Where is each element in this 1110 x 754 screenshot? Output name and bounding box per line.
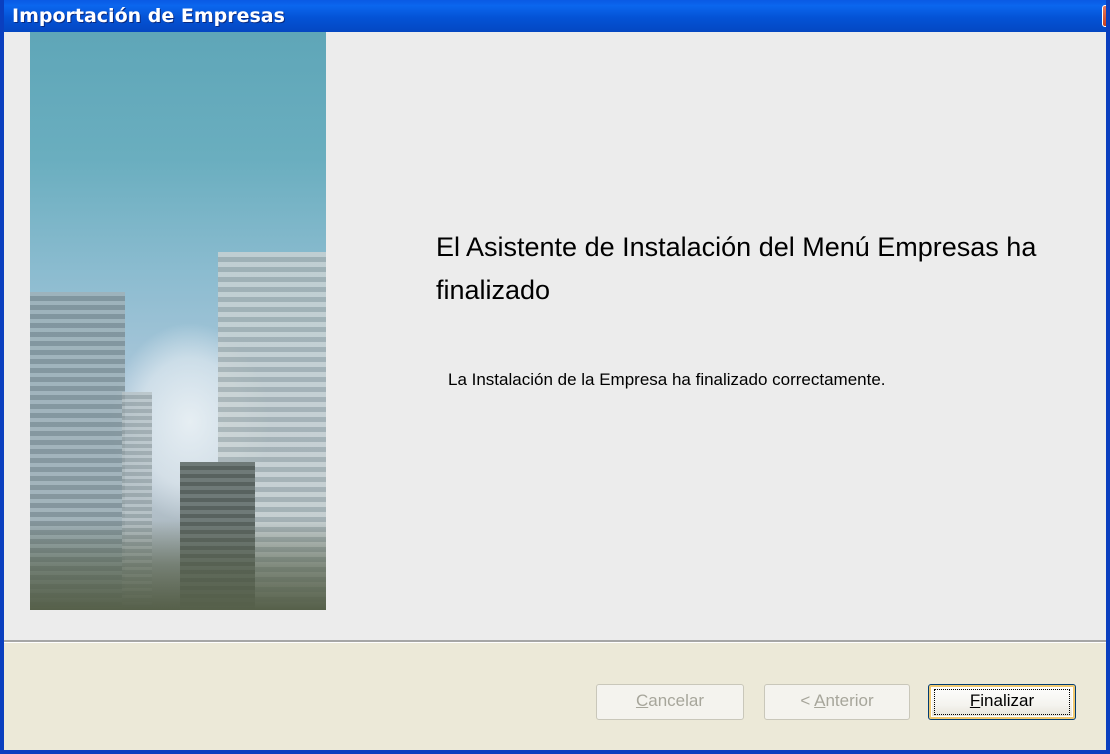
focus-rectangle	[934, 689, 1070, 715]
finish-button[interactable]: Finalizar	[928, 684, 1076, 720]
wizard-heading: El Asistente de Instalación del Menú Emp…	[436, 232, 1037, 305]
back-button-mnemonic: A	[814, 691, 826, 710]
back-button[interactable]: < Anterior	[764, 684, 910, 720]
wizard-window: Importación de Empresas ✕ El Asistente d…	[0, 0, 1110, 754]
city-buildings-image	[30, 32, 326, 610]
back-button-prefix: <	[800, 691, 815, 710]
footer-separator	[4, 640, 1106, 643]
close-icon: ✕	[1106, 6, 1107, 26]
window-title: Importación de Empresas	[12, 5, 285, 27]
back-button-label: nterior	[825, 691, 874, 710]
close-button[interactable]: ✕	[1102, 5, 1107, 27]
cancel-button[interactable]: Cancelar	[596, 684, 744, 720]
title-bar[interactable]: Importación de Empresas ✕	[4, 0, 1107, 32]
cancel-button-label: ancelar	[648, 691, 705, 710]
cancel-button-mnemonic: C	[635, 691, 649, 710]
trees	[30, 520, 326, 610]
wizard-message: La Instalación de la Empresa ha finaliza…	[448, 370, 886, 389]
